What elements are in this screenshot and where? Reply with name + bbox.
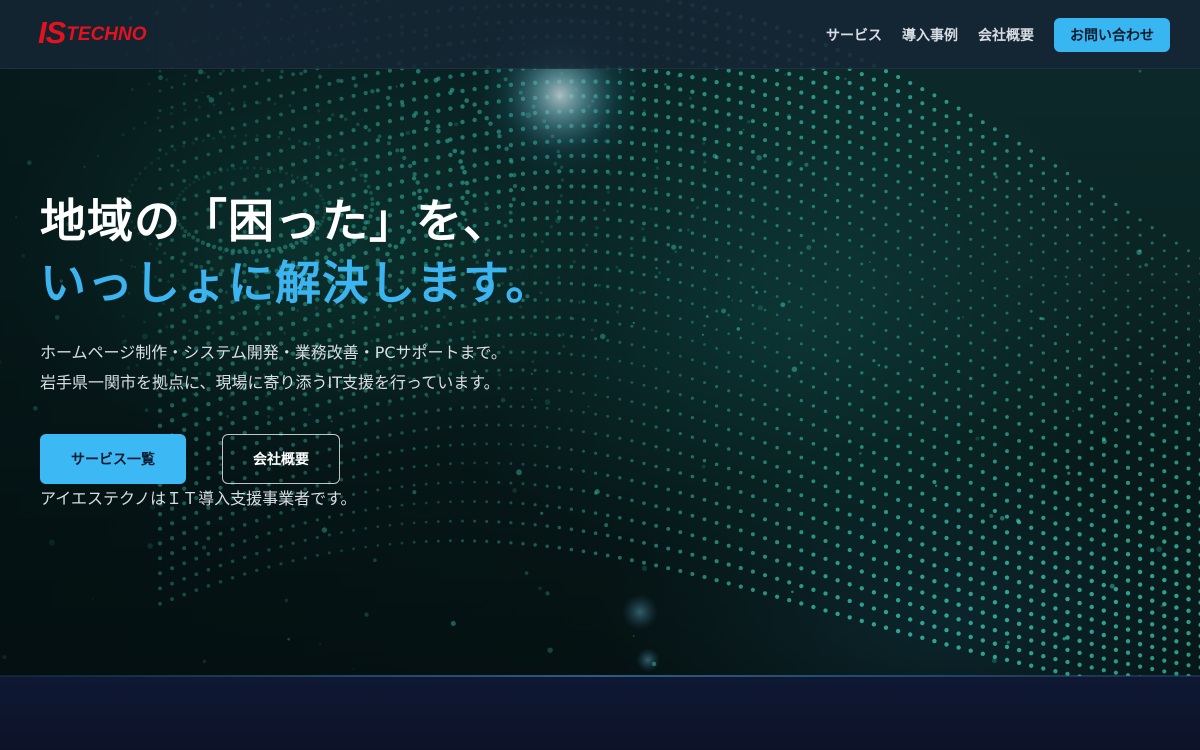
bokeh-circle xyxy=(622,594,658,630)
hero-lead: ホームページ制作・システム開発・業務改善・PCサポートまで。 岩手県一関市を拠点… xyxy=(40,338,552,398)
hero-tagline: アイエステクノはＩＴ導入支援事業者です。 xyxy=(40,489,357,508)
hero-headline: 地域の「困った」を、 いっしょに解決します。 xyxy=(40,190,552,314)
site-logo[interactable]: IS TECHNO xyxy=(38,14,147,48)
page: IS TECHNO サービス 導入事例 会社概要 お問い合わせ 地域の「困った」… xyxy=(0,0,1200,750)
lead-line-2: 岩手県一関市を拠点に、現場に寄り添うIT支援を行っています。 xyxy=(40,373,500,392)
headline-line-1: 地域の「困った」を、 xyxy=(40,194,510,248)
nav-item-company[interactable]: 会社概要 xyxy=(978,25,1034,45)
company-overview-button[interactable]: 会社概要 xyxy=(222,434,340,484)
hero-cta-row: サービス一覧 会社概要 xyxy=(40,434,552,484)
logo-techno-text: TECHNO xyxy=(66,24,147,45)
site-header: IS TECHNO サービス 導入事例 会社概要 お問い合わせ xyxy=(0,0,1200,69)
contact-button[interactable]: お問い合わせ xyxy=(1054,18,1170,52)
services-list-button[interactable]: サービス一覧 xyxy=(40,434,186,484)
hero-content: 地域の「困った」を、 いっしょに解決します。 ホームページ制作・システム開発・業… xyxy=(40,190,552,512)
headline-line-2: いっしょに解決します。 xyxy=(40,256,553,310)
main-nav: サービス 導入事例 会社概要 お問い合わせ xyxy=(806,18,1170,52)
nav-item-case-studies[interactable]: 導入事例 xyxy=(902,25,958,45)
bokeh-circle xyxy=(636,648,660,672)
next-section xyxy=(0,677,1200,750)
logo-is-mark: IS xyxy=(38,15,66,50)
lead-line-1: ホームページ制作・システム開発・業務改善・PCサポートまで。 xyxy=(40,343,507,362)
nav-item-services[interactable]: サービス xyxy=(826,25,882,45)
